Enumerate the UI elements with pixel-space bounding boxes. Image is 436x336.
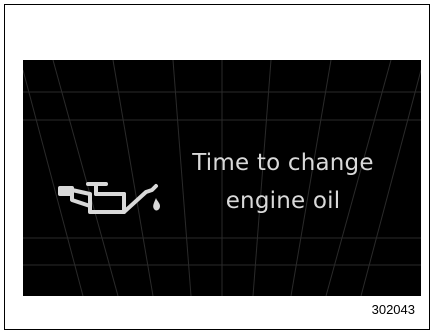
figure-frame: Time to change engine oil 302043 (4, 4, 430, 330)
figure-id: 302043 (371, 302, 415, 317)
message-line-1: Time to change (192, 150, 374, 176)
message-line-2: engine oil (225, 188, 341, 214)
instrument-display: Time to change engine oil (23, 60, 421, 296)
oil-can-icon (58, 182, 160, 214)
warning-message: Time to change engine oil (163, 144, 403, 220)
